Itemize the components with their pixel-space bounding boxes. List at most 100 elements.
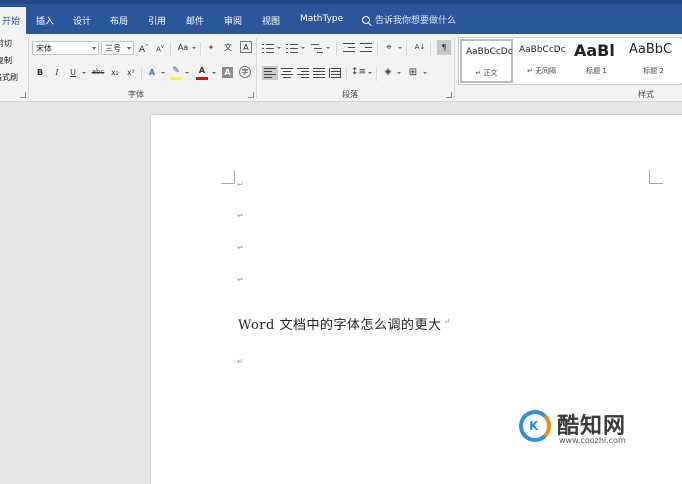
align-center-icon[interactable] xyxy=(281,68,293,79)
chevron-down-icon xyxy=(398,47,402,49)
decrease-indent-icon[interactable] xyxy=(343,43,355,53)
tab-references[interactable]: 引用 xyxy=(148,14,166,27)
borders-button[interactable]: ⊞ xyxy=(406,66,420,80)
font-color-button[interactable]: A xyxy=(196,65,208,80)
line-spacing-icon: ↕≡ xyxy=(351,67,367,77)
chevron-down-icon xyxy=(397,72,401,74)
char-border-button[interactable]: A xyxy=(240,41,252,53)
enclose-char-button[interactable]: 字 xyxy=(239,66,251,78)
style-sample: AaBbC xyxy=(629,42,673,57)
grow-font-button[interactable]: A^ xyxy=(138,41,150,55)
divider xyxy=(376,67,377,81)
tell-me-box[interactable]: 告诉我你想要做什么 xyxy=(362,13,456,26)
font-size-value: 三号 xyxy=(105,44,121,53)
divider xyxy=(346,67,347,81)
paragraph-group-label: 段落 xyxy=(342,90,358,99)
paragraph-mark: ↵ xyxy=(237,243,244,252)
tab-layout[interactable]: 布局 xyxy=(110,14,128,27)
margin-corner-mark xyxy=(221,170,235,184)
font-launcher-icon[interactable] xyxy=(248,92,254,98)
highlighter-icon: ✎ xyxy=(172,66,180,76)
justify-icon[interactable] xyxy=(313,68,325,79)
body-text: Word 文档中的字体怎么调的更大 xyxy=(238,318,442,333)
show-marks-button[interactable]: ¶ xyxy=(437,40,451,55)
group-divider xyxy=(28,38,29,98)
style-heading-1[interactable]: AaBl 标题 1 xyxy=(570,39,623,83)
bold-button[interactable]: B xyxy=(35,66,45,80)
tab-review[interactable]: 审阅 xyxy=(224,14,242,27)
clipboard-launcher-icon[interactable] xyxy=(20,92,26,98)
shading-button[interactable]: ◈ xyxy=(381,66,395,80)
divider xyxy=(200,42,201,56)
chevron-down-icon xyxy=(277,47,281,49)
format-painter-button[interactable]: 格式刷 xyxy=(0,72,18,83)
watermark-url: www.coozhi.com xyxy=(559,436,626,445)
paragraph-mark: ↵ xyxy=(237,275,244,284)
styles-group-label: 样式 xyxy=(638,90,654,99)
increase-indent-icon[interactable] xyxy=(360,43,372,53)
tab-mathtype[interactable]: MathType xyxy=(300,14,343,24)
change-case-button[interactable]: Aa xyxy=(175,41,191,55)
align-left-icon[interactable] xyxy=(262,66,278,80)
paragraph-launcher-icon[interactable] xyxy=(446,92,452,98)
style-name: 标题 2 xyxy=(643,67,664,75)
tab-insert[interactable]: 插入 xyxy=(36,14,54,27)
margin-corner-mark xyxy=(649,170,663,184)
line-spacing-button[interactable]: ↕≡ xyxy=(351,66,367,80)
font-name-combo[interactable]: 宋体 xyxy=(32,41,99,55)
style-name: ↵ 正文 xyxy=(475,69,498,77)
search-icon xyxy=(362,16,370,24)
paragraph-mark: ↵ xyxy=(237,211,244,220)
sort-button[interactable]: A↓ xyxy=(413,41,427,55)
underline-button[interactable]: U xyxy=(68,66,78,80)
chevron-down-icon xyxy=(326,47,330,49)
chevron-down-icon xyxy=(82,72,86,74)
divider xyxy=(336,42,337,56)
highlight-button[interactable]: ✎ xyxy=(170,65,182,80)
group-divider xyxy=(454,38,455,98)
clear-formatting-icon: ✦ xyxy=(207,43,215,52)
chinese-layout-icon: ⌖ xyxy=(386,42,392,53)
multilevel-list-icon[interactable] xyxy=(311,43,323,53)
copy-button[interactable]: 复制 xyxy=(0,55,12,66)
char-shading-button[interactable]: A xyxy=(222,67,233,78)
divider xyxy=(170,42,171,56)
style-heading-2[interactable]: AaBbC 标题 2 xyxy=(625,39,682,83)
tab-mailings[interactable]: 邮件 xyxy=(186,14,204,27)
tab-design[interactable]: 设计 xyxy=(73,14,91,27)
cut-button[interactable]: 剪切 xyxy=(0,38,12,49)
style-no-spacing[interactable]: AaBbCcDc ↵ 无间隔 xyxy=(515,39,568,83)
distributed-icon[interactable] xyxy=(329,68,341,79)
font-size-combo[interactable]: 三号 xyxy=(101,41,134,55)
chevron-down-icon xyxy=(212,72,216,74)
chinese-layout-button[interactable]: ⌖ xyxy=(382,41,396,55)
chevron-down-icon xyxy=(368,72,372,74)
tab-view[interactable]: 视图 xyxy=(262,14,280,27)
phonetic-guide-button[interactable]: 文 xyxy=(222,41,234,55)
style-normal[interactable]: AaBbCcDc ↵ 正文 xyxy=(460,39,513,83)
coozhi-logo-letter: K xyxy=(529,419,539,433)
numbering-icon[interactable] xyxy=(286,43,298,53)
style-sample: AaBbCcDc xyxy=(466,47,513,57)
body-text-line[interactable]: Word 文档中的字体怎么调的更大 ↵ xyxy=(238,314,451,333)
superscript-button[interactable]: x² xyxy=(125,66,137,80)
title-bar-strip xyxy=(0,0,682,4)
tab-home[interactable]: 开始 xyxy=(0,7,27,34)
style-name: 标题 1 xyxy=(586,67,607,75)
divider xyxy=(406,42,407,56)
tell-me-label: 告诉我你想要做什么 xyxy=(375,16,457,26)
font-name-value: 宋体 xyxy=(36,44,52,53)
bullets-icon[interactable] xyxy=(262,43,274,53)
style-name: ↵ 无间隔 xyxy=(526,67,557,75)
text-effects-button[interactable]: A xyxy=(146,66,158,80)
style-sample: AaBbCcDc xyxy=(519,45,566,55)
strikethrough-button[interactable]: abc xyxy=(90,66,106,80)
align-right-icon[interactable] xyxy=(297,68,309,79)
paragraph-mark: ↵ xyxy=(237,180,244,189)
clear-formatting-button[interactable]: ✦ xyxy=(205,41,217,55)
font-group-label: 字体 xyxy=(128,90,144,99)
subscript-button[interactable]: x₂ xyxy=(109,66,121,80)
italic-button[interactable]: I xyxy=(52,66,62,80)
shrink-font-button[interactable]: Av xyxy=(154,41,166,55)
paragraph-mark: ↵ xyxy=(443,316,451,326)
